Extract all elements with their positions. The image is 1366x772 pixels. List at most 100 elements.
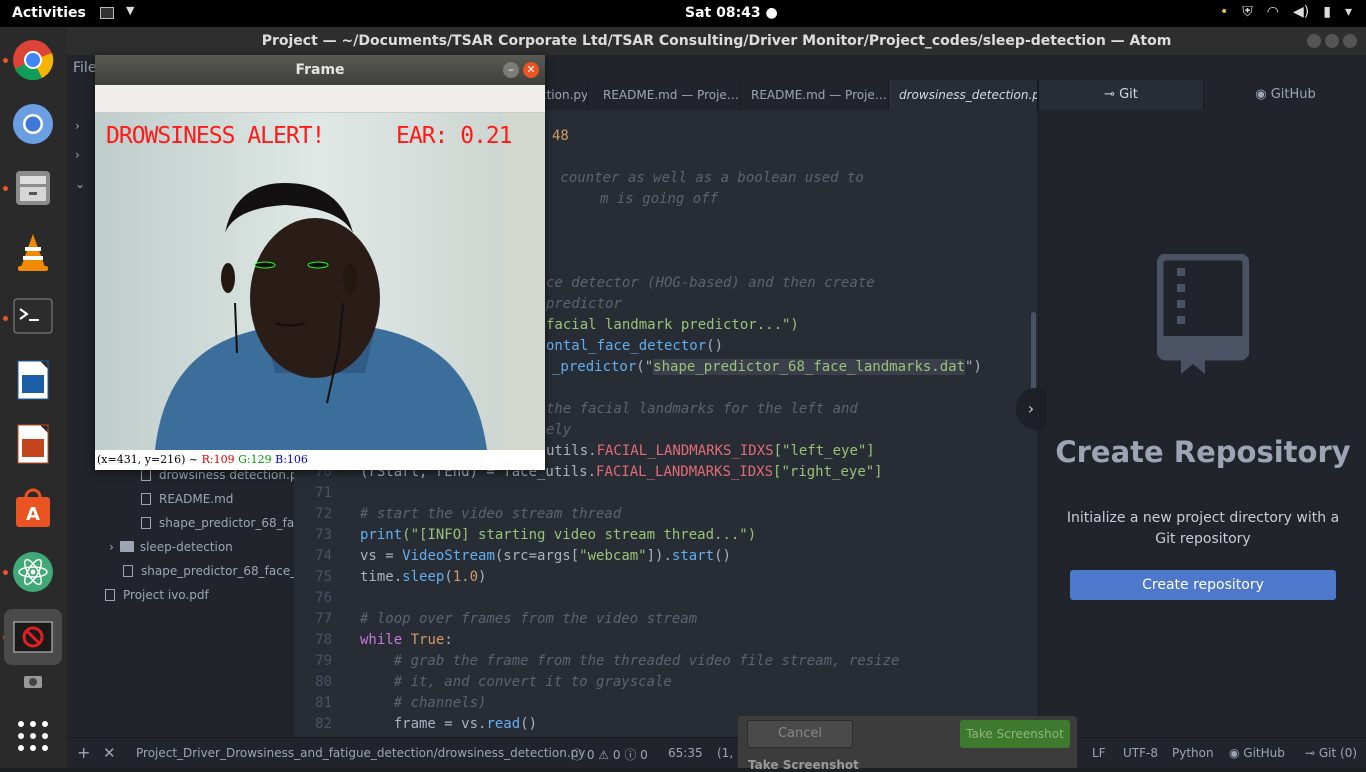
code-token: : [444, 632, 453, 648]
shield-icon[interactable]: ⛨ [1242, 4, 1253, 20]
line-ending[interactable]: LF [1092, 746, 1106, 760]
libreoffice-writer-icon[interactable] [10, 357, 56, 403]
chromium-icon[interactable] [10, 101, 56, 147]
software-center-icon[interactable]: A [10, 485, 56, 531]
tree-item-readme[interactable]: README.md [141, 488, 233, 510]
screenshot-icon[interactable] [10, 669, 56, 693]
atom-titlebar: Project — ~/Documents/TSAR Corporate Ltd… [67, 27, 1366, 55]
pixel-coords: (x=431, y=216) ~ [97, 453, 199, 466]
battery-icon[interactable]: ▮ [1323, 4, 1331, 20]
code-token: VideoStream [402, 548, 495, 564]
tree-chevron-down-icon[interactable]: ⌄ [75, 173, 85, 195]
grammar[interactable]: Python [1172, 746, 1214, 760]
menu-file[interactable]: File [73, 60, 96, 76]
tree-item-label: shape_predictor_68_face_la [141, 564, 307, 578]
tree-item-sleep-detection-folder[interactable]: › sleep-detection [109, 536, 233, 558]
running-indicator [3, 316, 8, 321]
code-token: (src=args[ [494, 548, 580, 564]
volume-icon[interactable]: ◀) [1293, 4, 1309, 20]
minimize-icon[interactable] [1307, 34, 1321, 48]
code-token: ["right_eye"] [773, 464, 883, 480]
tree-item-label: Project ivo.pdf [123, 588, 209, 602]
code-token: counter as well as a boolean used to [552, 170, 864, 186]
wifi-icon[interactable]: ◠ [1267, 4, 1279, 20]
tree-chevron-right-icon[interactable]: › [75, 115, 80, 137]
pdf-file-icon [105, 589, 115, 601]
code-line: m is going off [552, 189, 1038, 210]
drowsiness-alert-text: DROWSINESS ALERT! [106, 123, 325, 149]
git-label: Git (0) [1318, 746, 1358, 760]
encoding[interactable]: UTF-8 [1123, 746, 1158, 760]
add-icon[interactable]: + [77, 743, 90, 762]
system-tray[interactable]: • ⛨ ◠ ◀) ▮ ▾ [1220, 4, 1352, 20]
tab-py-file[interactable]: ction.py [540, 80, 588, 110]
terminal-icon[interactable] [10, 293, 56, 339]
diagnostics[interactable]: ⓘ 0 ⚠ 0 ⓘ 0 [571, 746, 648, 763]
files-icon[interactable] [10, 165, 56, 211]
frame-titlebar[interactable]: Frame [95, 55, 545, 85]
code-token: utils. [546, 443, 597, 459]
close-icon[interactable] [1343, 34, 1357, 48]
code-line: 72 # start the video stream thread [294, 504, 1038, 525]
libreoffice-impress-icon[interactable] [10, 421, 56, 467]
cancel-button[interactable]: Cancel [747, 720, 853, 748]
tab-drowsiness-detection[interactable]: drowsiness_detection.py [889, 80, 1038, 110]
code-token: read [486, 716, 521, 732]
svg-text:A: A [26, 504, 40, 525]
atom-icon[interactable] [10, 549, 56, 595]
running-indicator [3, 186, 8, 191]
maximize-icon[interactable] [1325, 34, 1339, 48]
code-token: _predictor [552, 359, 637, 375]
app-menu-icon[interactable] [100, 7, 114, 19]
github-icon: ◉ [1229, 746, 1244, 760]
frame-app-icon[interactable] [4, 609, 62, 665]
show-applications-icon[interactable] [10, 713, 56, 759]
code-token: () [706, 338, 724, 354]
tree-item-project-pdf[interactable]: Project ivo.pdf [105, 584, 209, 606]
github-status[interactable]: ◉ GitHub [1229, 746, 1285, 760]
frame-window[interactable]: Frame – ✕ DROWSINESS ALERT! EAR: 0.21 (x… [95, 55, 545, 470]
clock[interactable]: Sat 08:43 ● [685, 5, 778, 21]
frame-toolbar [95, 85, 545, 113]
dialog-title: Take Screenshot [748, 758, 859, 772]
power-menu-icon[interactable]: ▾ [1345, 4, 1352, 20]
activities-button[interactable]: Activities [12, 5, 86, 21]
create-repository-button[interactable]: Create repository [1070, 570, 1336, 600]
line-number: 75 [315, 569, 332, 585]
code-token: # channels) [360, 695, 487, 711]
tree-chevron-right-icon[interactable]: › [75, 144, 80, 166]
tab-readme-2[interactable]: README.md — Proje… [741, 80, 889, 110]
tab-github[interactable]: ◉ GitHub [1203, 80, 1366, 110]
code-token: ely [546, 422, 572, 438]
ear-value-text: EAR: 0.21 [396, 123, 513, 149]
code-line: 71 [294, 483, 1038, 504]
code-line: ontal_face_detector() [546, 336, 1038, 357]
code-token: # start the video stream thread [360, 506, 622, 522]
cursor-position[interactable]: 65:35 [668, 746, 703, 760]
code-token: (" [636, 359, 654, 375]
git-status[interactable]: ⊸ Git (0) [1305, 746, 1357, 760]
code-line: 73 print("[INFO] starting video stream th… [294, 525, 1038, 546]
chevron-down-icon[interactable]: ▼ [126, 4, 134, 17]
minimize-icon[interactable]: – [503, 62, 519, 78]
tab-git[interactable]: ⊸ Git [1039, 80, 1203, 110]
code-token: predictor [546, 296, 622, 312]
running-indicator [3, 570, 8, 575]
tree-item-label: drowsiness detection.py [159, 468, 305, 482]
notification-dot-icon: • [1220, 4, 1229, 20]
tree-item-shape-predictor[interactable]: shape_predictor_68_face [141, 512, 308, 534]
code-line: ce detector (HOG-based) and then create [546, 273, 1038, 294]
code-token: # grab the frame from the threaded video… [360, 653, 900, 669]
vlc-icon[interactable] [10, 229, 56, 275]
tab-readme-1[interactable]: README.md — Proje… [593, 80, 741, 110]
tree-item-shape-predictor-dat[interactable]: shape_predictor_68_face_la [123, 560, 307, 582]
close-icon[interactable]: ✕ [103, 744, 116, 762]
file-path[interactable]: Project_Driver_Drowsiness_and_fatigue_de… [136, 746, 585, 760]
close-icon[interactable]: ✕ [523, 62, 539, 78]
code-line: _predictor("shape_predictor_68_face_land… [552, 357, 1038, 378]
dock-toggle-chevron-right-icon[interactable]: › [1016, 388, 1046, 430]
chrome-icon[interactable] [10, 37, 56, 83]
code-token: FACIAL_LANDMARKS_IDXS [596, 464, 774, 480]
take-screenshot-button[interactable]: Take Screenshot [960, 720, 1070, 748]
file-icon [141, 517, 151, 529]
